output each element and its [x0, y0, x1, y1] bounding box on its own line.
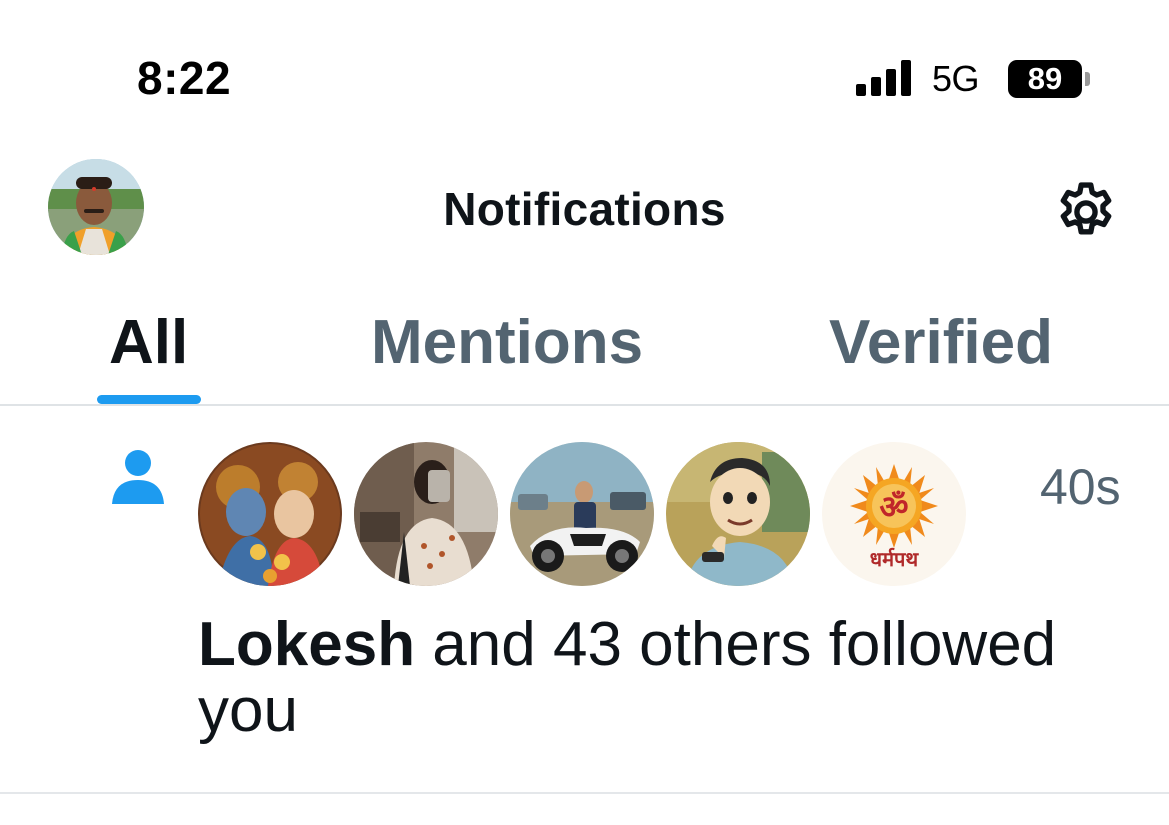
follower-avatar-dharmpath[interactable]: ॐ धर्मपथ — [822, 442, 966, 586]
om-glyph: ॐ — [879, 488, 908, 526]
active-tab-indicator — [97, 395, 201, 404]
tab-verified[interactable]: Verified — [829, 308, 1053, 378]
tab-mentions[interactable]: Mentions — [371, 308, 643, 378]
tab-all[interactable]: All — [109, 308, 188, 378]
notification-actor[interactable]: Lokesh — [198, 610, 415, 679]
follower-avatar-motorcycle[interactable] — [510, 442, 654, 586]
page-title: Notifications — [443, 183, 726, 235]
follower-avatar-deities[interactable] — [198, 442, 342, 586]
gear-icon[interactable] — [1052, 178, 1120, 246]
follower-avatar-cartoon-man[interactable] — [666, 442, 810, 586]
person-icon — [110, 448, 166, 506]
battery-level: 89 — [1027, 61, 1063, 96]
item-divider — [0, 792, 1169, 794]
tabs-divider — [0, 404, 1169, 406]
notification-timestamp: 40s — [1040, 459, 1121, 515]
network-label: 5G — [932, 58, 980, 99]
battery-icon: 89 — [1008, 60, 1082, 98]
signal-icon — [856, 58, 916, 98]
notification-tabs: All Mentions Verified — [0, 300, 1169, 406]
notification-text: Lokesh and 43 others followed you — [198, 612, 1128, 744]
dharmpath-label: धर्मपथ — [870, 547, 920, 571]
notifications-screen: 8:22 5G 89 Notifications All Mentions Ve… — [0, 0, 1169, 825]
follower-avatar-mirror-selfie[interactable] — [354, 442, 498, 586]
status-time: 8:22 — [137, 52, 232, 104]
battery-nub — [1085, 72, 1090, 86]
